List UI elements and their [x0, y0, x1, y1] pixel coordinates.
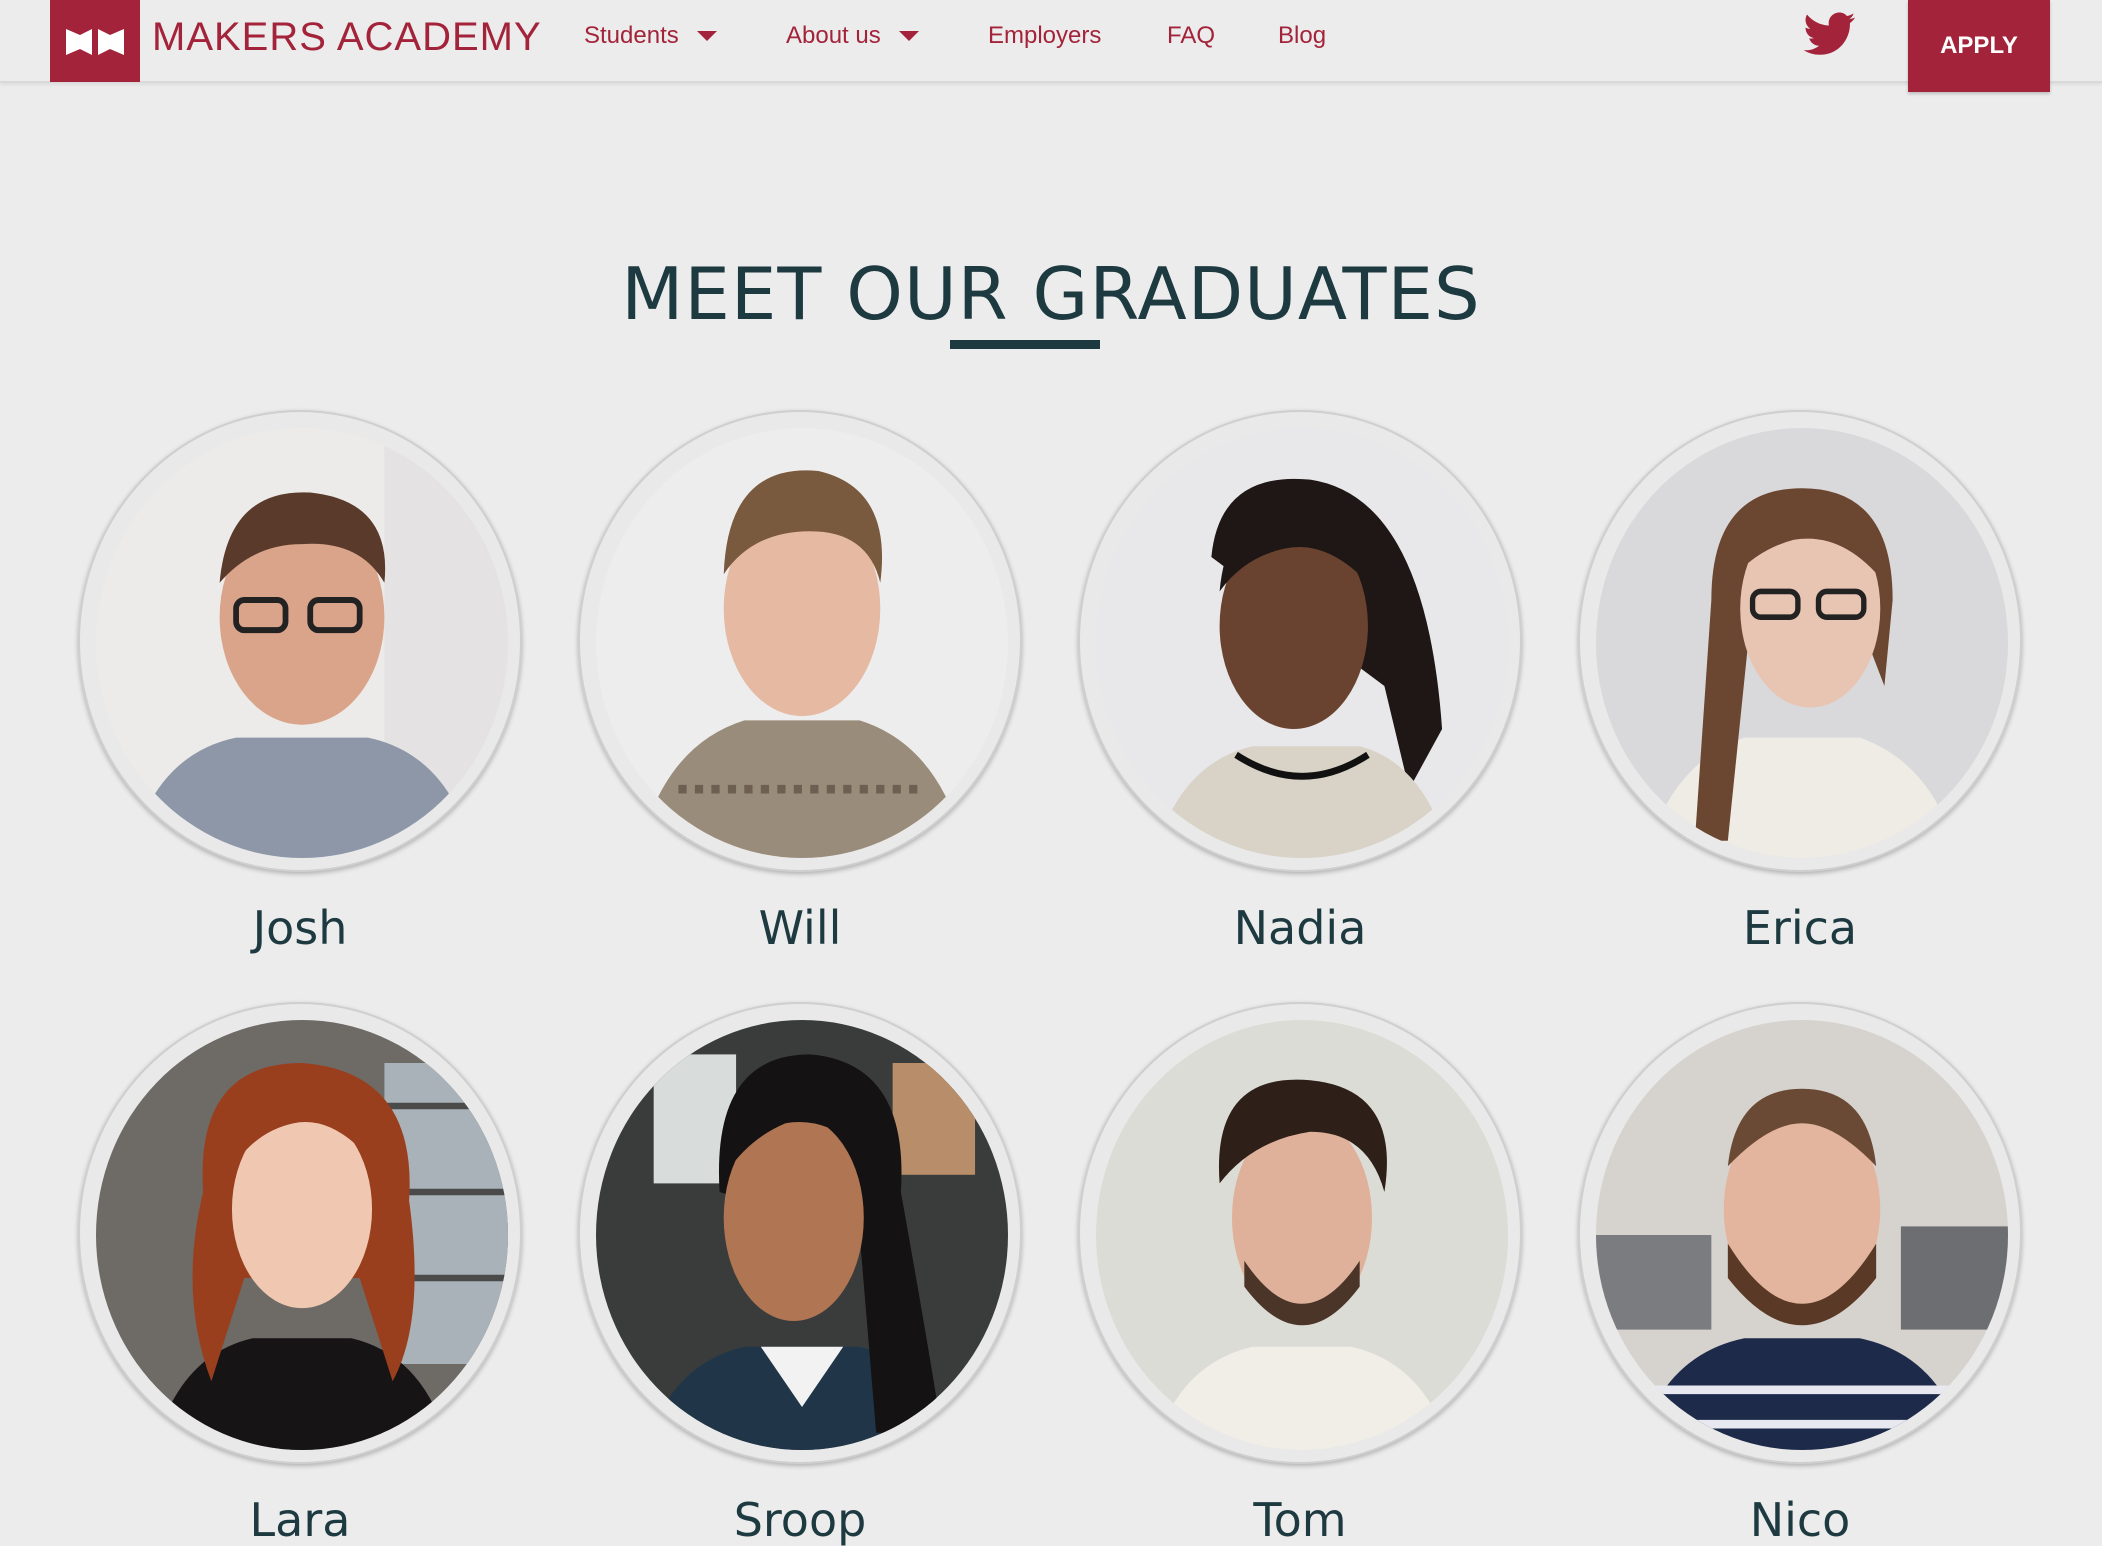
nav-about-us-label: About us: [786, 22, 881, 49]
portrait-frame: [78, 410, 522, 872]
graduate-photo: [596, 428, 1008, 858]
graduate-photo: [1096, 1020, 1508, 1450]
graduate-name: Will: [758, 901, 842, 955]
portrait-frame: [78, 1002, 522, 1464]
portrait-frame: [578, 1002, 1022, 1464]
graduate-card[interactable]: Nico: [1578, 1002, 2022, 1546]
graduate-name: Tom: [1253, 1493, 1347, 1546]
nav-faq-label: FAQ: [1167, 22, 1216, 49]
apply-button[interactable]: APPLY: [1908, 0, 2050, 92]
nav-students[interactable]: Students: [584, 20, 717, 52]
logo-icon[interactable]: [50, 0, 140, 82]
nav-employers-label: Employers: [988, 22, 1102, 49]
graduate-photo: [1596, 1020, 2008, 1450]
graduate-photo: [1096, 428, 1508, 858]
title-underline: [950, 340, 1100, 349]
portrait-frame: [578, 410, 1022, 872]
portrait-frame: [1578, 410, 2022, 872]
chevron-down-icon: [696, 31, 717, 41]
graduate-name: Josh: [252, 901, 348, 955]
nav-students-label: Students: [584, 22, 679, 49]
graduate-card[interactable]: Erica: [1578, 410, 2022, 970]
graduate-name: Sroop: [733, 1493, 867, 1546]
portrait-frame: [1078, 410, 1522, 872]
graduate-card[interactable]: Josh: [78, 410, 522, 970]
graduate-card[interactable]: Nadia: [1078, 410, 1522, 970]
portrait-frame: [1578, 1002, 2022, 1464]
graduate-name: Lara: [249, 1493, 351, 1546]
nav-about-us[interactable]: About us: [786, 20, 919, 52]
graduate-name: Erica: [1742, 901, 1858, 955]
nav-blog-label: Blog: [1278, 22, 1327, 49]
graduate-photo: [96, 1020, 508, 1450]
site-header: MAKERS ACADEMY Students About us Employe…: [0, 0, 2102, 92]
graduate-photo: [1596, 428, 2008, 858]
graduate-photo: [596, 1020, 1008, 1450]
graduate-photo: [96, 428, 508, 858]
nav-employers[interactable]: Employers: [988, 20, 1101, 52]
page: MAKERS ACADEMY Students About us Employe…: [0, 0, 2102, 1546]
nav-blog[interactable]: Blog: [1278, 20, 1326, 52]
nav-faq[interactable]: FAQ: [1167, 20, 1215, 52]
portrait-frame: [1078, 1002, 1522, 1464]
graduate-name: Nico: [1749, 1493, 1851, 1546]
chevron-down-icon: [898, 31, 919, 41]
graduate-card[interactable]: Tom: [1078, 1002, 1522, 1546]
logo-text[interactable]: MAKERS ACADEMY: [152, 12, 542, 62]
graduate-card[interactable]: Will: [578, 410, 1022, 970]
graduate-name: Nadia: [1233, 901, 1367, 955]
page-title: MEET OUR GRADUATES: [621, 252, 1481, 336]
graduate-card[interactable]: Sroop: [578, 1002, 1022, 1546]
graduate-card[interactable]: Lara: [78, 1002, 522, 1546]
twitter-icon[interactable]: [1803, 12, 1856, 56]
